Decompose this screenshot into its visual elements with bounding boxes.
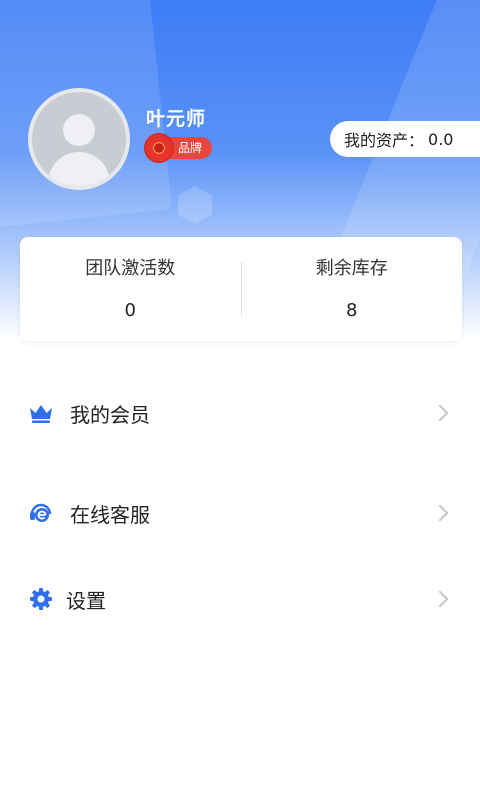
stat-value: 8 [346, 299, 358, 321]
customer-service-icon [28, 500, 54, 526]
my-assets-pill[interactable]: 我的资产： 0.0 [330, 121, 480, 157]
chevron-right-icon [431, 590, 449, 608]
assets-label: 我的资产： [344, 131, 425, 150]
stat-label: 团队激活数 [85, 257, 176, 279]
profile-screen: 叶元师 品牌 我的资产： 0.0 团队激活数 0 剩余库存 8 我的会员 在线客… [0, 0, 480, 800]
menu-item-customer-service[interactable]: 在线客服 [0, 485, 480, 541]
gear-icon [28, 586, 54, 612]
stat-value: 0 [124, 299, 136, 321]
menu-item-settings[interactable]: 设置 [0, 571, 480, 627]
menu-item-membership[interactable]: 我的会员 [0, 385, 480, 441]
menu-label: 我的会员 [70, 402, 150, 427]
stat-label: 剩余库存 [315, 257, 388, 279]
crown-icon [28, 400, 54, 426]
menu-label: 在线客服 [70, 502, 150, 527]
assets-value: 0.0 [428, 129, 454, 149]
brand-badge: 品牌 [146, 135, 213, 161]
menu-label: 设置 [66, 588, 106, 613]
medal-icon [146, 135, 172, 161]
stat-team-activations[interactable]: 团队激活数 0 [20, 237, 241, 341]
avatar[interactable] [28, 88, 130, 190]
header-decoration [178, 186, 212, 224]
username: 叶元师 [146, 108, 207, 130]
stats-card: 团队激活数 0 剩余库存 8 [20, 237, 462, 341]
chevron-right-icon [431, 404, 449, 422]
avatar-head-shape [63, 114, 95, 146]
avatar-body-shape [48, 152, 110, 186]
stat-remaining-stock[interactable]: 剩余库存 8 [242, 237, 463, 341]
chevron-right-icon [431, 504, 449, 522]
